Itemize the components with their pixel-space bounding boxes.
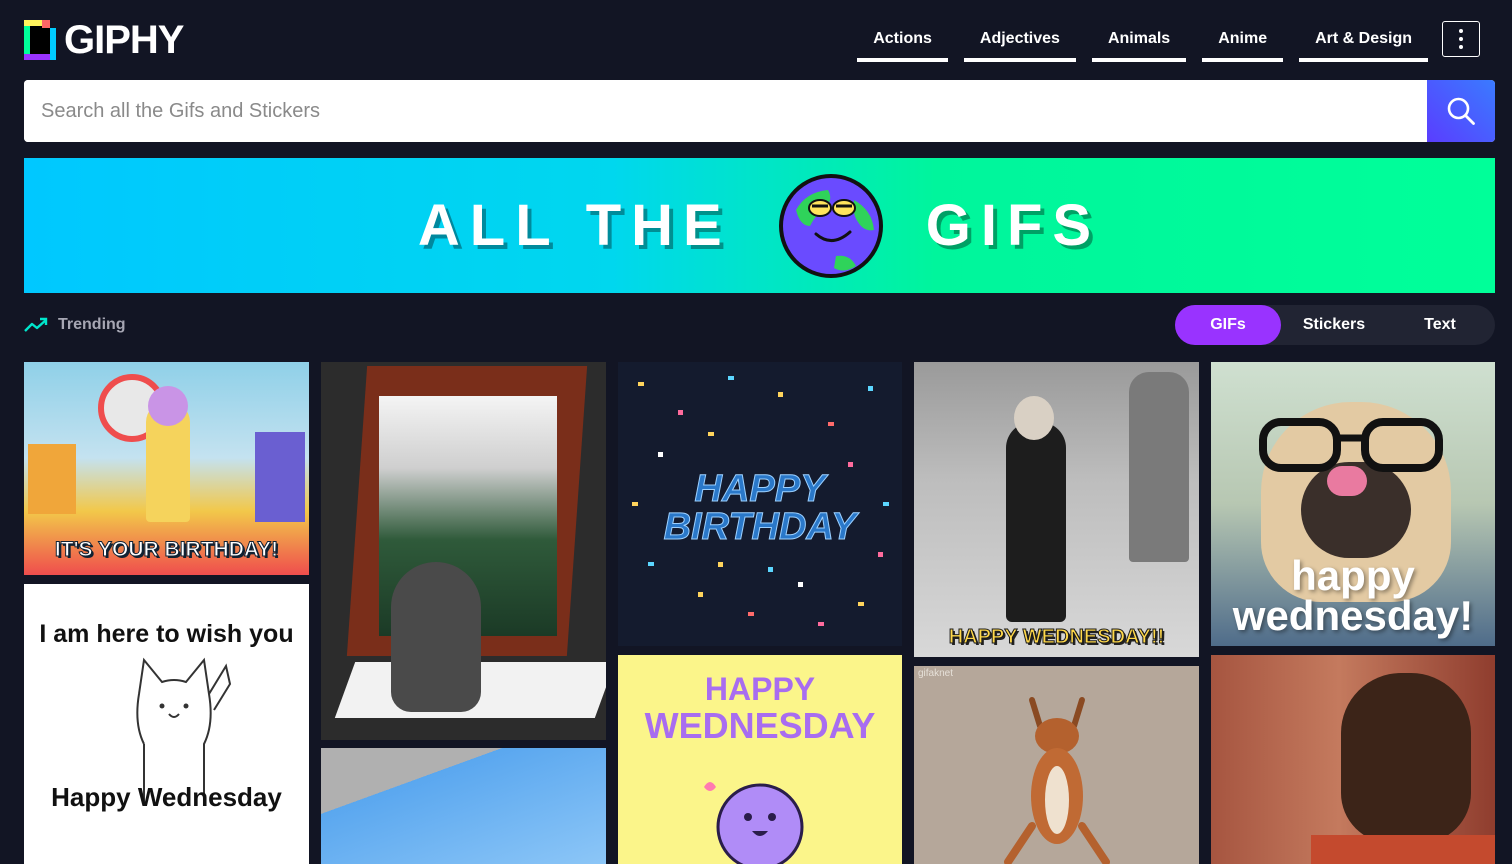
gif-caption: IT'S YOUR BIRTHDAY! — [54, 538, 279, 562]
statue-figure — [1129, 372, 1189, 562]
shelf-left — [28, 444, 76, 514]
kebab-dot-icon — [1459, 37, 1463, 41]
search-icon — [1447, 97, 1475, 125]
trending-label: Trending — [58, 316, 126, 333]
pug-tongue — [1327, 466, 1367, 496]
shelf-right — [255, 432, 305, 522]
dancer-figure — [1006, 422, 1066, 622]
man-shirt — [1311, 835, 1495, 864]
glasses-icon — [1259, 418, 1443, 472]
nav-animals[interactable]: Animals — [1091, 22, 1187, 62]
kebab-dot-icon — [1459, 29, 1463, 33]
gif-tile-purple-wednesday[interactable]: HAPPY WEDNESDAY — [618, 655, 902, 864]
person-head — [148, 386, 188, 426]
cat-silhouette — [391, 562, 481, 712]
gif-tile-cat-window[interactable] — [321, 362, 606, 740]
banner-right-text: GIFS — [925, 193, 1102, 258]
promo-banner[interactable]: ALL THE GIFS — [24, 158, 1495, 293]
nav-art-design[interactable]: Art & Design — [1299, 22, 1428, 62]
squirrel-icon — [1004, 697, 1110, 864]
search-input[interactable] — [24, 80, 1427, 142]
category-nav: Actions Adjectives Animals Anime Art & D… — [857, 22, 1428, 62]
smiling-globe-icon — [778, 173, 883, 278]
gif-tile-smiling-man[interactable] — [1211, 655, 1495, 864]
gif-caption: HAPPY — [704, 671, 816, 707]
banner-left-text: ALL THE — [417, 193, 732, 258]
purple-chick-icon — [704, 782, 804, 864]
gif-caption: Happy Wednesday — [51, 782, 282, 812]
gif-caption: HAPPY WEDNESDAY!! — [948, 626, 1165, 649]
gif-caption: I am here to wish you — [39, 620, 294, 648]
gif-caption: BIRTHDAY — [663, 506, 857, 549]
nav-anime[interactable]: Anime — [1202, 22, 1284, 62]
trending-header[interactable]: Trending — [24, 316, 126, 334]
gif-caption: HAPPY — [694, 468, 826, 511]
gif-caption: WEDNESDAY — [644, 705, 876, 746]
toggle-gifs[interactable]: GIFs — [1175, 305, 1281, 345]
toggle-text[interactable]: Text — [1387, 305, 1493, 345]
nav-adjectives[interactable]: Adjectives — [963, 22, 1076, 62]
giphy-logo-icon — [24, 20, 56, 60]
gif-tile-cat-wish[interactable]: I am here to wish you Happy Wednesday — [24, 584, 309, 864]
logo-text: GIPHY — [64, 17, 184, 62]
nav-actions[interactable]: Actions — [857, 22, 948, 62]
gif-caption: wednesday! — [1232, 592, 1474, 639]
toggle-stickers[interactable]: Stickers — [1281, 305, 1387, 345]
gif-tile-window-sky[interactable] — [321, 748, 606, 864]
gif-tile-pug[interactable]: happy wednesday! — [1211, 362, 1495, 646]
giphy-logo[interactable]: GIPHY — [24, 17, 184, 62]
search-bar — [24, 80, 1495, 142]
watermark: gifaknet — [918, 668, 954, 679]
gif-tile-wednesday-dance[interactable]: HAPPY WEDNESDAY!! — [914, 362, 1199, 657]
kebab-dot-icon — [1459, 45, 1463, 49]
content-type-toggle: GIFs Stickers Text — [1175, 305, 1495, 345]
gif-tile-happy-birthday[interactable]: HAPPY BIRTHDAY — [618, 362, 902, 646]
trending-arrow-icon — [24, 317, 48, 332]
gif-tile-birthday-kid[interactable]: IT'S YOUR BIRTHDAY! — [24, 362, 309, 575]
search-button[interactable] — [1427, 80, 1495, 142]
more-menu-button[interactable] — [1442, 21, 1480, 57]
man-head — [1341, 673, 1471, 843]
dancer-head — [1014, 396, 1054, 440]
gif-tile-squirrel[interactable]: gifaknet — [914, 666, 1199, 864]
